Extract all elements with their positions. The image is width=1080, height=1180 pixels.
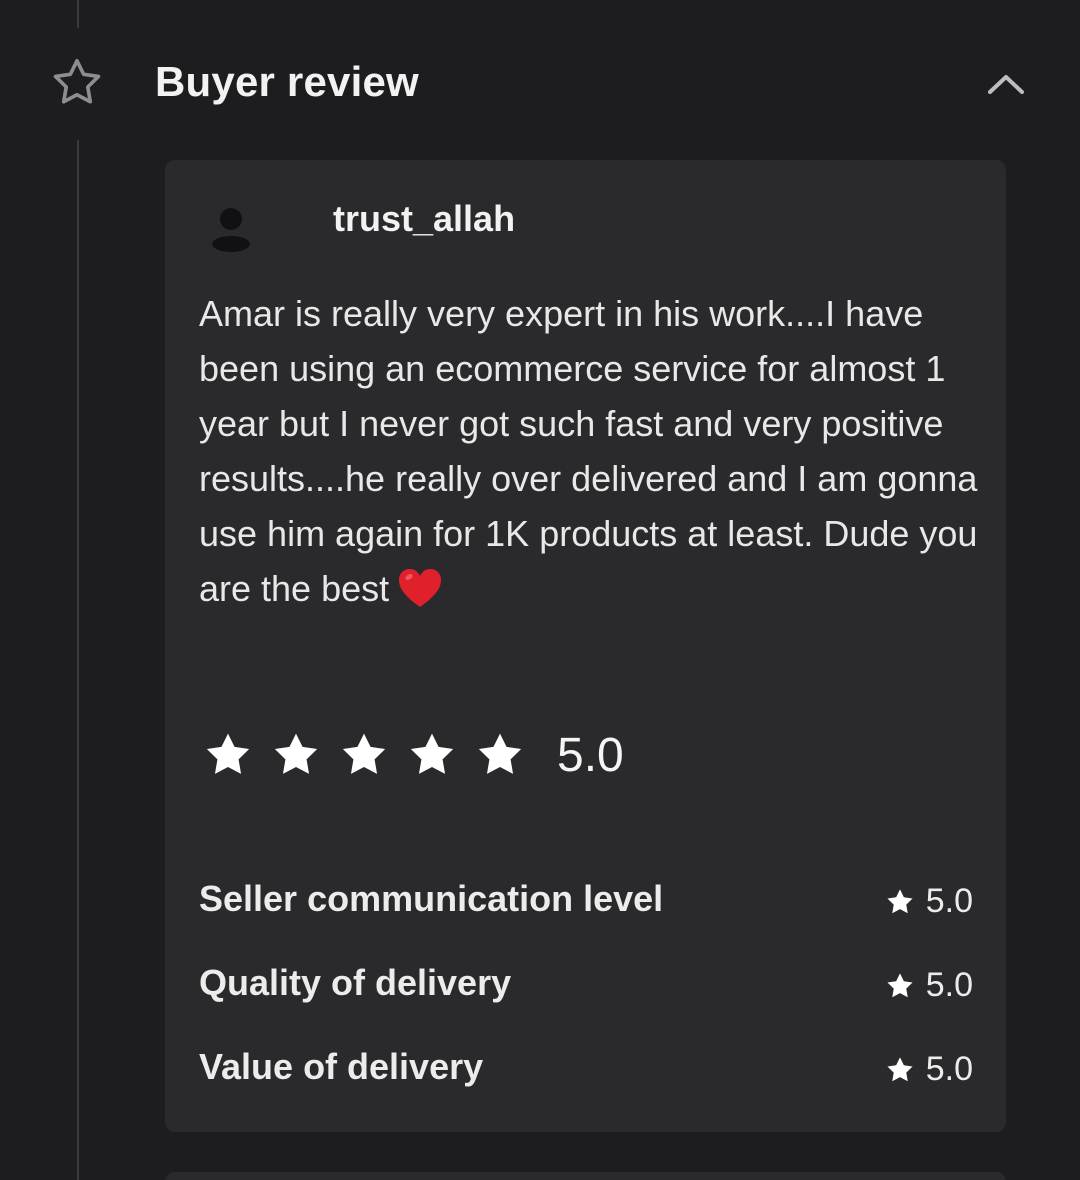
breakdown-label: Seller communication level <box>199 878 664 919</box>
star-filled-icon <box>478 733 522 774</box>
breakdown-row-quality: Quality of delivery 5.0 <box>199 962 973 1046</box>
breakdown-row-value: Value of delivery 5.0 <box>199 1046 973 1130</box>
breakdown-value: 5.0 <box>925 1050 973 1088</box>
breakdown-label: Value of delivery <box>199 1046 484 1087</box>
timeline-line <box>77 0 79 28</box>
star-filled-icon <box>342 733 386 774</box>
star-filled-icon <box>887 888 913 913</box>
buyer-review-page: Buyer review trust_allah Amar is really … <box>0 0 1080 1180</box>
overall-rating-value: 5.0 <box>557 728 624 782</box>
breakdown-score: 5.0 <box>884 882 973 921</box>
star-filled-icon <box>410 733 454 774</box>
breakdown-row-communication: Seller communication level 5.0 <box>199 878 973 962</box>
reviewer-name[interactable]: trust_allah <box>333 198 515 240</box>
breakdown-score: 5.0 <box>884 1050 973 1089</box>
section-title: Buyer review <box>155 58 419 105</box>
breakdown-value: 5.0 <box>925 966 973 1004</box>
star-outline-icon <box>53 58 101 104</box>
timeline-line <box>77 140 79 1180</box>
user-avatar-icon[interactable] <box>211 204 251 254</box>
red-heart-icon <box>399 569 442 607</box>
review-card: trust_allah Amar is really very expert i… <box>165 160 1006 1132</box>
breakdown-value: 5.0 <box>925 882 973 920</box>
rating-breakdown: Seller communication level 5.0 Quality o… <box>199 878 973 1130</box>
next-review-card <box>165 1172 1006 1180</box>
star-filled-icon <box>887 1056 913 1081</box>
star-filled-icon <box>887 972 913 997</box>
buyer-review-header[interactable]: Buyer review <box>0 40 1080 130</box>
review-text: Amar is really very expert in his work..… <box>199 286 979 616</box>
review-body: Amar is really very expert in his work..… <box>199 293 978 609</box>
breakdown-score: 5.0 <box>884 966 973 1005</box>
star-filled-icon <box>206 733 250 774</box>
star-filled-icon <box>274 733 318 774</box>
chevron-up-icon[interactable] <box>982 66 1030 102</box>
breakdown-label: Quality of delivery <box>199 962 512 1003</box>
overall-rating: 5.0 <box>201 720 624 790</box>
